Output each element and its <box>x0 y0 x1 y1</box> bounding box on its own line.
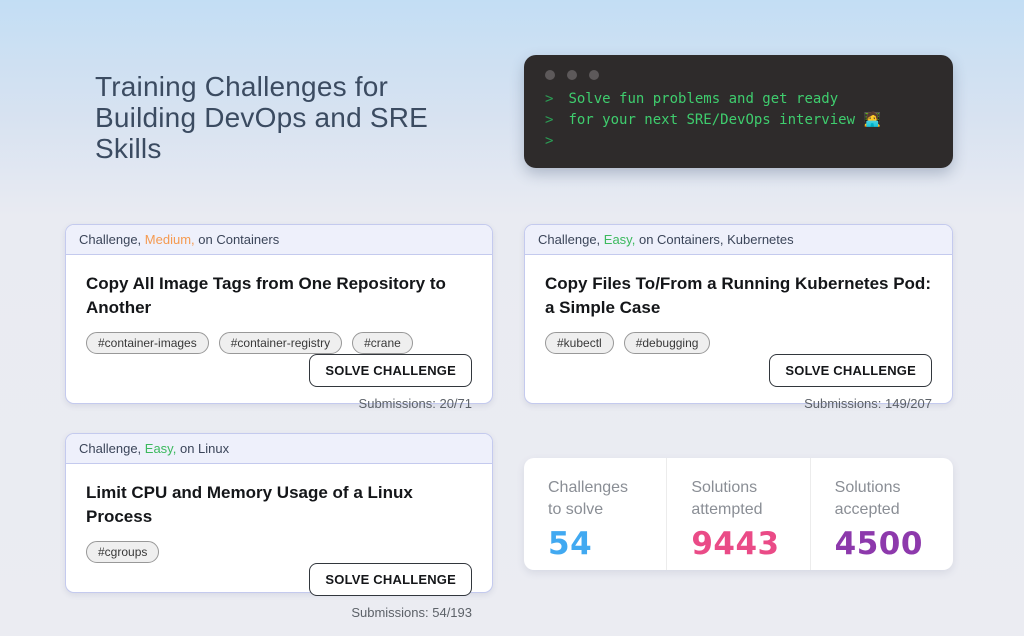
card-header: Challenge, Medium, on Containers <box>66 225 492 255</box>
card-body: Copy All Image Tags from One Repository … <box>66 255 492 425</box>
stat-label: Solutions attempted <box>691 479 763 518</box>
challenges-grid: Challenge, Medium, on Containers Copy Al… <box>65 224 953 620</box>
difficulty-badge: Medium, <box>144 232 195 247</box>
tag-list: #kubectl #debugging <box>545 332 932 354</box>
stat-value: 9443 <box>691 526 780 562</box>
tag-list: #container-images #container-registry #c… <box>86 332 472 354</box>
difficulty-badge: Easy, <box>144 441 177 456</box>
terminal-text: Solve fun problems and get ready <box>568 91 839 107</box>
card-body: Copy Files To/From a Running Kubernetes … <box>525 255 952 425</box>
card-header: Challenge, Easy, on Containers, Kubernet… <box>525 225 952 255</box>
tag-chip[interactable]: #cgroups <box>86 541 160 563</box>
grid-column-right: Challenge, Easy, on Containers, Kubernet… <box>524 224 953 593</box>
stats-panel: Challenges to solve 54 Solutions attempt… <box>524 458 953 570</box>
challenge-card: Challenge, Easy, on Containers, Kubernet… <box>524 224 953 411</box>
terminal-dot-icon <box>567 70 577 80</box>
card-body: Limit CPU and Memory Usage of a Linux Pr… <box>66 464 492 634</box>
submissions-count: Submissions: 20/71 <box>358 396 472 411</box>
submissions-count: Submissions: 149/207 <box>804 396 932 411</box>
challenge-title: Copy All Image Tags from One Repository … <box>86 274 446 317</box>
tag-chip[interactable]: #debugging <box>623 332 711 354</box>
terminal-window: > Solve fun problems and get ready > for y… <box>524 55 953 168</box>
difficulty-badge: Easy, <box>603 232 636 247</box>
terminal-prompt: > <box>545 112 554 128</box>
hero-section: Training Challenges for Building DevOps … <box>65 55 953 168</box>
stat-value: 54 <box>548 526 593 562</box>
challenge-card: Challenge, Medium, on Containers Copy Al… <box>65 224 493 411</box>
card-actions: SOLVE CHALLENGE Submissions: 20/71 <box>86 354 472 412</box>
tag-chip[interactable]: #crane <box>352 332 413 354</box>
tag-list: #cgroups <box>86 541 472 563</box>
terminal-prompt: > <box>545 133 554 149</box>
submissions-count: Submissions: 54/193 <box>351 605 472 620</box>
stat-label: Challenges to solve <box>548 479 629 518</box>
stat-solutions-attempted: Solutions attempted 9443 <box>666 458 809 570</box>
stat-value: 4500 <box>834 526 923 562</box>
solve-challenge-button[interactable]: SOLVE CHALLENGE <box>769 354 932 387</box>
terminal-window-controls <box>545 70 953 80</box>
terminal-prompt: > <box>545 91 554 107</box>
stat-label: Solutions accepted <box>834 479 901 518</box>
solve-challenge-button[interactable]: SOLVE CHALLENGE <box>309 354 472 387</box>
terminal-dot-icon <box>545 70 555 80</box>
terminal-line: > for your next SRE/DevOps interview 🧑‍💻 <box>545 110 953 131</box>
challenge-title: Limit CPU and Memory Usage of a Linux Pr… <box>86 483 413 526</box>
grid-column-left: Challenge, Medium, on Containers Copy Al… <box>65 224 493 620</box>
solve-challenge-button[interactable]: SOLVE CHALLENGE <box>309 563 472 596</box>
page-title: Training Challenges for Building DevOps … <box>95 71 428 164</box>
terminal-dot-icon <box>589 70 599 80</box>
card-topics-label: on Containers <box>198 232 280 247</box>
card-actions: SOLVE CHALLENGE Submissions: 54/193 <box>86 563 472 621</box>
tag-chip[interactable]: #container-registry <box>218 332 343 354</box>
card-kind-label: Challenge, <box>79 441 142 456</box>
card-topics-label: on Linux <box>179 441 230 456</box>
card-kind-label: Challenge, <box>79 232 142 247</box>
terminal-line: > Solve fun problems and get ready <box>545 89 953 110</box>
terminal-text: for your next SRE/DevOps interview 🧑‍💻 <box>568 112 881 128</box>
terminal-line: > <box>545 131 953 152</box>
challenge-card: Challenge, Easy, on Linux Limit CPU and … <box>65 433 493 620</box>
stat-challenges-to-solve: Challenges to solve 54 <box>524 458 666 570</box>
card-header: Challenge, Easy, on Linux <box>66 434 492 464</box>
card-actions: SOLVE CHALLENGE Submissions: 149/207 <box>545 354 932 412</box>
stat-solutions-accepted: Solutions accepted 4500 <box>809 458 953 570</box>
tag-chip[interactable]: #container-images <box>86 332 209 354</box>
challenge-title: Copy Files To/From a Running Kubernetes … <box>545 274 931 317</box>
card-kind-label: Challenge, <box>538 232 601 247</box>
card-topics-label: on Containers, Kubernetes <box>638 232 794 247</box>
page: Training Challenges for Building DevOps … <box>0 0 1024 620</box>
tag-chip[interactable]: #kubectl <box>545 332 614 354</box>
